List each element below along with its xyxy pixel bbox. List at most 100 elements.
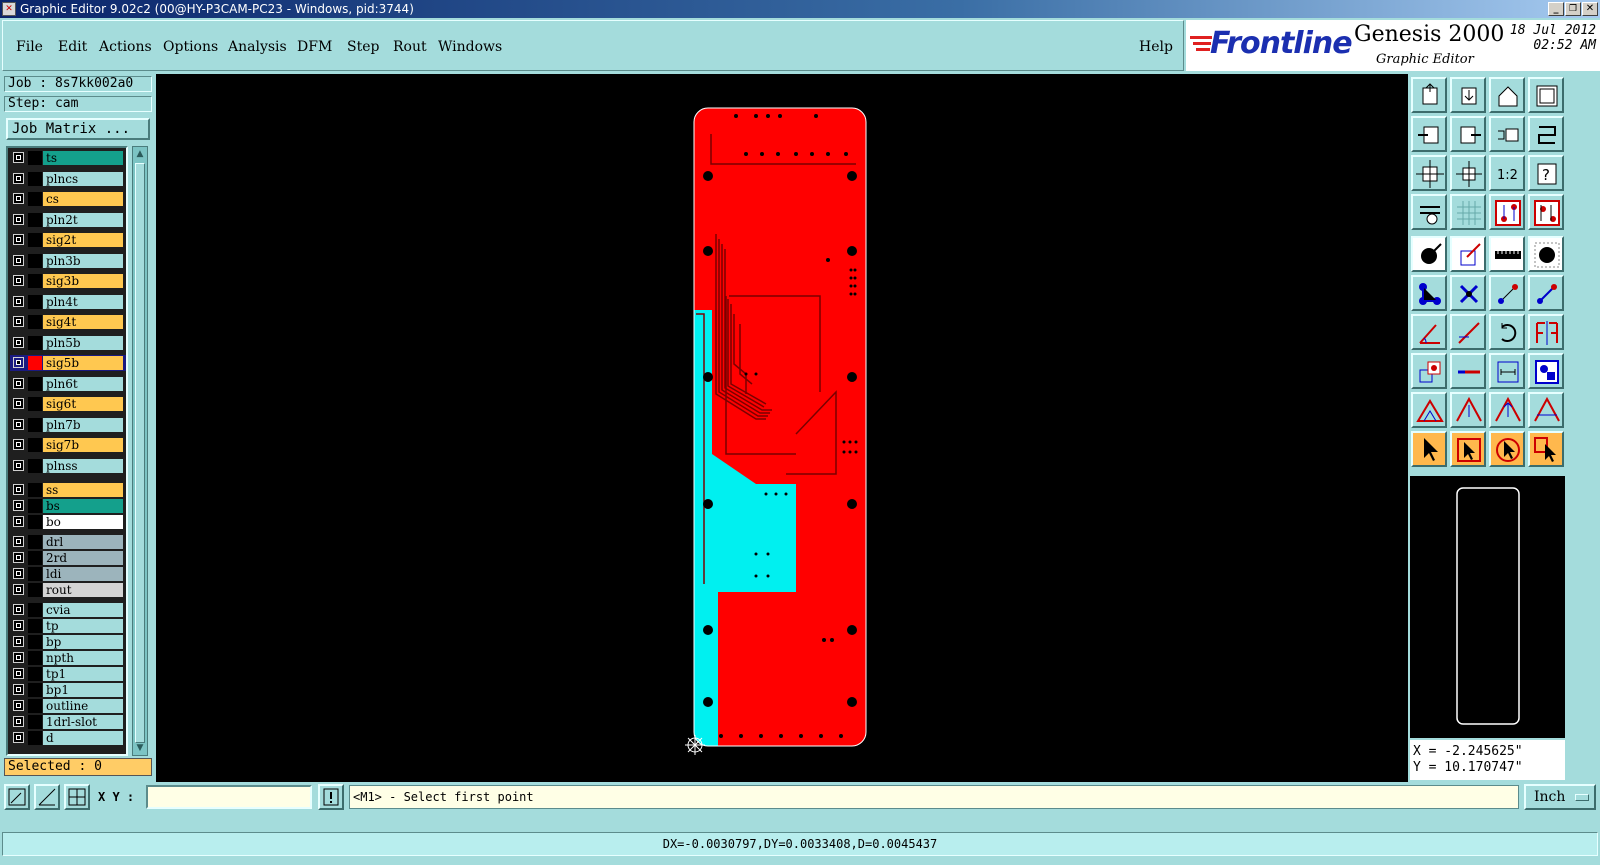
layer-color-swatch[interactable]	[28, 635, 42, 649]
layer-name[interactable]: sig5b	[43, 356, 123, 370]
layer-checkbox[interactable]	[13, 716, 24, 727]
layer-row[interactable]: tp1	[10, 666, 126, 682]
measure-pad-button[interactable]	[1450, 236, 1486, 272]
layer-checkbox[interactable]	[13, 700, 24, 711]
layer-checkbox[interactable]	[13, 336, 24, 348]
layer-color-swatch[interactable]	[28, 233, 42, 247]
layer-name[interactable]: bo	[43, 515, 123, 529]
pad-button[interactable]	[1411, 236, 1447, 272]
layer-row[interactable]: cvia	[10, 602, 126, 618]
layer-color-swatch[interactable]	[28, 651, 42, 665]
layer-name[interactable]: sig6t	[43, 397, 123, 411]
layer-checkbox[interactable]	[13, 732, 24, 743]
slash-button[interactable]	[1450, 314, 1486, 350]
layer-row[interactable]: ldi	[10, 566, 126, 582]
window-title-bar[interactable]: ✕ Graphic Editor 9.02c2 (00@HY-P3CAM-PC2…	[0, 0, 1600, 18]
restore-button[interactable]: ❐	[1565, 2, 1581, 16]
layer-name[interactable]: d	[43, 731, 123, 745]
prev-button[interactable]	[1411, 116, 1447, 152]
scroll-thumb[interactable]	[135, 163, 145, 743]
layer-color-swatch[interactable]	[28, 731, 42, 745]
layer-row[interactable]: plnss	[10, 458, 126, 474]
layer-checkbox[interactable]	[13, 459, 24, 471]
layer-name[interactable]: pln2t	[43, 212, 123, 227]
layer-checkbox[interactable]	[13, 604, 24, 615]
layer-name[interactable]: outline	[43, 699, 123, 713]
dimension-button[interactable]	[1489, 353, 1525, 389]
layer-color-swatch[interactable]	[28, 171, 42, 186]
triangle-up-button[interactable]	[1450, 392, 1486, 428]
overview-window[interactable]	[1410, 476, 1565, 738]
layer-checkbox[interactable]	[13, 500, 24, 511]
pcb-board-view[interactable]	[156, 74, 1408, 782]
group-button[interactable]	[1528, 353, 1564, 389]
layer-row[interactable]: pln5b	[10, 335, 126, 351]
layer-checkbox[interactable]	[13, 254, 24, 266]
layer-checkbox[interactable]	[13, 172, 24, 184]
layer-row[interactable]: outline	[10, 698, 126, 714]
angle-button[interactable]	[1411, 314, 1447, 350]
layer-color-swatch[interactable]	[28, 699, 42, 713]
pointer-multi-button[interactable]	[1528, 431, 1564, 467]
layer-color-swatch[interactable]	[28, 212, 42, 227]
tools-button[interactable]	[1411, 194, 1447, 230]
layer-list-scrollbar[interactable]: ▲ ▼	[132, 146, 148, 756]
layer-row[interactable]: sig3b	[10, 273, 126, 289]
layer-name[interactable]: sig4t	[43, 315, 123, 329]
layer-color-swatch[interactable]	[28, 458, 42, 473]
home-button[interactable]	[1489, 77, 1525, 113]
layer-name[interactable]: sig3b	[43, 274, 123, 288]
menu-options[interactable]: Options	[163, 39, 218, 55]
save-button[interactable]	[1450, 77, 1486, 113]
mirror-button[interactable]	[1528, 314, 1564, 350]
layer-color-swatch[interactable]	[28, 667, 42, 681]
window-button[interactable]	[1528, 77, 1564, 113]
layer-checkbox[interactable]	[13, 295, 24, 307]
layer-checkbox[interactable]	[13, 668, 24, 679]
layer-row[interactable]: cs	[10, 191, 126, 207]
pointer-circle-button[interactable]	[1489, 431, 1525, 467]
layer-color-swatch[interactable]	[28, 567, 42, 581]
layer-row[interactable]: sig4t	[10, 314, 126, 330]
unit-selector[interactable]: Inch	[1524, 784, 1596, 810]
zoom-center-button[interactable]	[1450, 155, 1486, 191]
layer-row[interactable]: 2rd	[10, 550, 126, 566]
layer-color-swatch[interactable]	[28, 438, 42, 452]
layer-checkbox[interactable]	[13, 620, 24, 631]
layer-row[interactable]: pln2t	[10, 212, 126, 228]
menu-step[interactable]: Step	[347, 39, 379, 55]
scroll-down-icon[interactable]: ▼	[134, 742, 146, 754]
layer-row[interactable]: sig6t	[10, 396, 126, 412]
layer-row[interactable]: sig2t	[10, 232, 126, 248]
pointer-button[interactable]	[1411, 431, 1447, 467]
menu-analysis[interactable]: Analysis	[228, 39, 287, 55]
drill-button[interactable]	[1528, 236, 1564, 272]
layer-checkbox[interactable]	[13, 652, 24, 663]
connect-button[interactable]	[1411, 275, 1447, 311]
layer-color-swatch[interactable]	[28, 515, 42, 529]
layer-color-swatch[interactable]	[28, 192, 42, 206]
layer-row[interactable]: sig7b	[10, 437, 126, 453]
layer-name[interactable]: npth	[43, 651, 123, 665]
layer-row[interactable]: tp	[10, 618, 126, 634]
layer-name[interactable]: sig7b	[43, 438, 123, 452]
layer-checkbox[interactable]	[13, 275, 24, 286]
layer-name[interactable]: 2rd	[43, 551, 123, 565]
layer-name[interactable]: drl	[43, 535, 123, 549]
menu-rout[interactable]: Rout	[393, 39, 427, 55]
layer-checkbox[interactable]	[13, 536, 24, 547]
arc-button[interactable]	[1528, 275, 1564, 311]
layer-row[interactable]: 1drl-slot	[10, 714, 126, 730]
layer-name[interactable]: bp	[43, 635, 123, 649]
layer-color-swatch[interactable]	[28, 376, 42, 391]
layer-row[interactable]: sig5b	[10, 355, 126, 371]
layer-checkbox[interactable]	[13, 636, 24, 647]
layer-name[interactable]: bp1	[43, 683, 123, 697]
xy-input[interactable]	[146, 785, 312, 809]
layer-row[interactable]: d	[10, 730, 126, 746]
layer-checkbox[interactable]	[13, 398, 24, 409]
layer-name[interactable]: tp1	[43, 667, 123, 681]
layer-color-swatch[interactable]	[28, 335, 42, 350]
redo-button[interactable]	[1528, 116, 1564, 152]
layer-name[interactable]: 1drl-slot	[43, 715, 123, 729]
